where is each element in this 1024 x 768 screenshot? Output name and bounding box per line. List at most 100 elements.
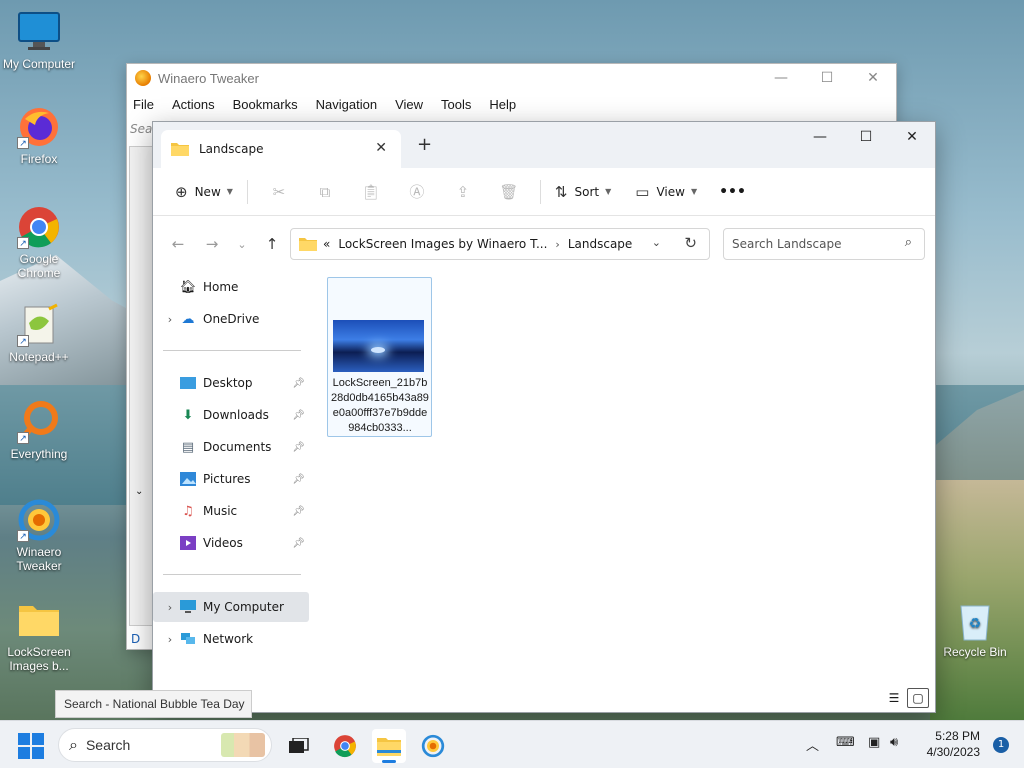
breadcrumb-landscape[interactable]: Landscape <box>568 237 632 251</box>
nav-item-downloads[interactable]: ⬇ Downloads 📌︎ <box>153 400 309 430</box>
rename-button[interactable]: Ⓐ <box>394 176 440 208</box>
menu-actions[interactable]: Actions <box>172 97 215 112</box>
menu-tools[interactable]: Tools <box>441 97 471 112</box>
menu-bookmarks[interactable]: Bookmarks <box>233 97 298 112</box>
menu-navigation[interactable]: Navigation <box>316 97 377 112</box>
large-icons-view-icon[interactable]: ▢ <box>907 688 929 708</box>
pin-icon[interactable]: 📌︎ <box>292 410 305 421</box>
bubble-tea-highlight-icon <box>221 733 265 757</box>
nav-label: Pictures <box>203 472 251 486</box>
network-status-icon[interactable]: ▣ <box>868 735 880 750</box>
breadcrumb-lockscreen-images[interactable]: LockScreen Images by Winaero T... <box>338 237 547 251</box>
details-view-icon[interactable]: ☰ <box>883 688 905 708</box>
taskbar: ⌕ Search ︿ ⌨ ▣ 🔊︎ 5:28 PM 4/30/2023 1 <box>0 720 1024 768</box>
task-view-icon[interactable] <box>282 729 316 763</box>
share-button[interactable]: ⇪ <box>440 176 486 208</box>
paste-button[interactable]: 📋︎ <box>348 176 394 208</box>
nav-item-music[interactable]: ♫ Music 📌︎ <box>153 496 309 526</box>
system-clock[interactable]: 5:28 PM 4/30/2023 <box>927 728 980 760</box>
refresh-icon[interactable]: ↻ <box>684 234 697 252</box>
desktop-icon-firefox[interactable]: ↗ Firefox <box>0 105 78 166</box>
search-input[interactable] <box>732 237 892 251</box>
desktop-icon-notepad-plus-plus[interactable]: ↗ Notepad++ <box>0 303 78 364</box>
winaero-tweaker-taskbar-icon[interactable] <box>416 729 450 763</box>
firefox-icon: ↗ <box>17 105 61 149</box>
desktop-icon-everything[interactable]: ↗ Everything <box>0 400 78 461</box>
trash-icon: 🗑︎ <box>499 182 519 201</box>
view-button[interactable]: ▭ View ▼ <box>629 176 703 208</box>
menu-help[interactable]: Help <box>489 97 516 112</box>
taskbar-search-box[interactable]: ⌕ Search <box>58 728 272 762</box>
nav-item-pictures[interactable]: Pictures 📌︎ <box>153 464 309 494</box>
close-icon[interactable]: ✕ <box>889 122 935 152</box>
keyboard-icon[interactable]: ⌨ <box>836 735 855 750</box>
pin-icon[interactable]: 📌︎ <box>292 506 305 517</box>
tweaker-title: Winaero Tweaker <box>158 70 259 86</box>
tweaker-status-link[interactable]: D <box>131 632 140 646</box>
windows-start-icon[interactable] <box>18 733 44 759</box>
tab-landscape[interactable]: Landscape ✕ <box>161 130 401 168</box>
sort-button[interactable]: ⇅ Sort ▼ <box>549 176 617 208</box>
maximize-icon[interactable]: ☐ <box>843 122 889 152</box>
chevron-down-icon[interactable]: ⌄ <box>652 236 661 249</box>
close-tab-icon[interactable]: ✕ <box>375 140 387 156</box>
search-box[interactable]: ⌕ <box>723 228 925 260</box>
chevron-down-icon[interactable]: ⌄ <box>135 486 143 497</box>
chevron-right-icon[interactable]: › <box>161 313 179 326</box>
nav-label: Desktop <box>203 376 253 390</box>
nav-divider <box>163 350 301 351</box>
minimize-icon[interactable]: — <box>758 64 804 92</box>
nav-item-documents[interactable]: ▤ Documents 📌︎ <box>153 432 309 462</box>
file-item[interactable]: LockScreen_21b7b28d0db4165b43a89e0a00fff… <box>327 277 432 437</box>
more-options-button[interactable]: ••• <box>713 176 752 208</box>
pin-icon[interactable]: 📌︎ <box>292 442 305 453</box>
show-hidden-icons-chevron-icon[interactable]: ︿ <box>806 735 819 754</box>
sort-icon: ⇅ <box>554 182 568 201</box>
folder-icon <box>171 143 189 156</box>
chrome-taskbar-icon[interactable] <box>328 729 362 763</box>
new-button[interactable]: ⊕ New ▼ <box>169 176 239 208</box>
pin-icon[interactable]: 📌︎ <box>292 474 305 485</box>
shortcut-arrow-icon: ↗ <box>17 335 29 347</box>
close-icon[interactable]: ✕ <box>850 64 896 92</box>
recent-locations-chevron-icon[interactable]: ⌄ <box>229 229 255 259</box>
nav-item-home[interactable]: 🏠︎ Home <box>153 272 309 302</box>
pin-icon[interactable]: 📌︎ <box>292 378 305 389</box>
view-icon: ▭ <box>635 182 650 201</box>
notification-badge[interactable]: 1 <box>993 737 1009 753</box>
nav-item-desktop[interactable]: Desktop 📌︎ <box>153 368 309 398</box>
back-arrow-icon[interactable]: ← <box>161 229 195 259</box>
nav-item-network[interactable]: › Network <box>153 624 309 654</box>
document-icon: ▤ <box>181 439 195 455</box>
pin-icon[interactable]: 📌︎ <box>292 538 305 549</box>
volume-icon[interactable]: 🔊︎ <box>890 735 898 750</box>
forward-arrow-icon[interactable]: → <box>195 229 229 259</box>
tweaker-tree-panel[interactable] <box>129 146 153 626</box>
menu-view[interactable]: View <box>395 97 423 112</box>
picture-icon <box>179 471 197 487</box>
breadcrumb-overflow[interactable]: « <box>323 237 330 251</box>
desktop-icon-my-computer[interactable]: My Computer <box>0 10 78 71</box>
desktop-icon-recycle-bin[interactable]: ♻ Recycle Bin <box>936 598 1014 659</box>
desktop-icon-winaero-tweaker[interactable]: ↗ Winaero Tweaker <box>0 498 78 573</box>
delete-button[interactable]: 🗑︎ <box>486 176 532 208</box>
minimize-icon[interactable]: — <box>797 122 843 152</box>
nav-item-my-computer[interactable]: › My Computer <box>153 592 309 622</box>
file-explorer-taskbar-icon[interactable] <box>372 729 406 763</box>
file-explorer-window[interactable]: Landscape ✕ + — ☐ ✕ ⊕ New ▼ ✂ ⧉ 📋︎ Ⓐ ⇪ 🗑… <box>152 121 936 713</box>
up-arrow-icon[interactable]: ↑ <box>255 229 289 259</box>
chevron-right-icon[interactable]: › <box>555 238 559 251</box>
chevron-right-icon[interactable]: › <box>161 633 179 646</box>
nav-item-videos[interactable]: Videos 📌︎ <box>153 528 309 558</box>
new-tab-icon[interactable]: + <box>417 134 432 155</box>
desktop-icon-lockscreen-folder[interactable]: LockScreen Images b... <box>0 598 78 673</box>
desktop-icon-label: LockScreen Images b... <box>7 645 71 673</box>
chevron-right-icon[interactable]: › <box>161 601 179 614</box>
address-bar[interactable]: « LockScreen Images by Winaero T... › La… <box>290 228 710 260</box>
menu-file[interactable]: File <box>133 97 154 112</box>
nav-item-onedrive[interactable]: › ☁ OneDrive <box>153 304 309 334</box>
copy-button[interactable]: ⧉ <box>302 176 348 208</box>
cut-button[interactable]: ✂ <box>256 176 302 208</box>
desktop-icon-google-chrome[interactable]: ↗ Google Chrome <box>0 205 78 280</box>
maximize-icon[interactable]: ☐ <box>804 64 850 92</box>
